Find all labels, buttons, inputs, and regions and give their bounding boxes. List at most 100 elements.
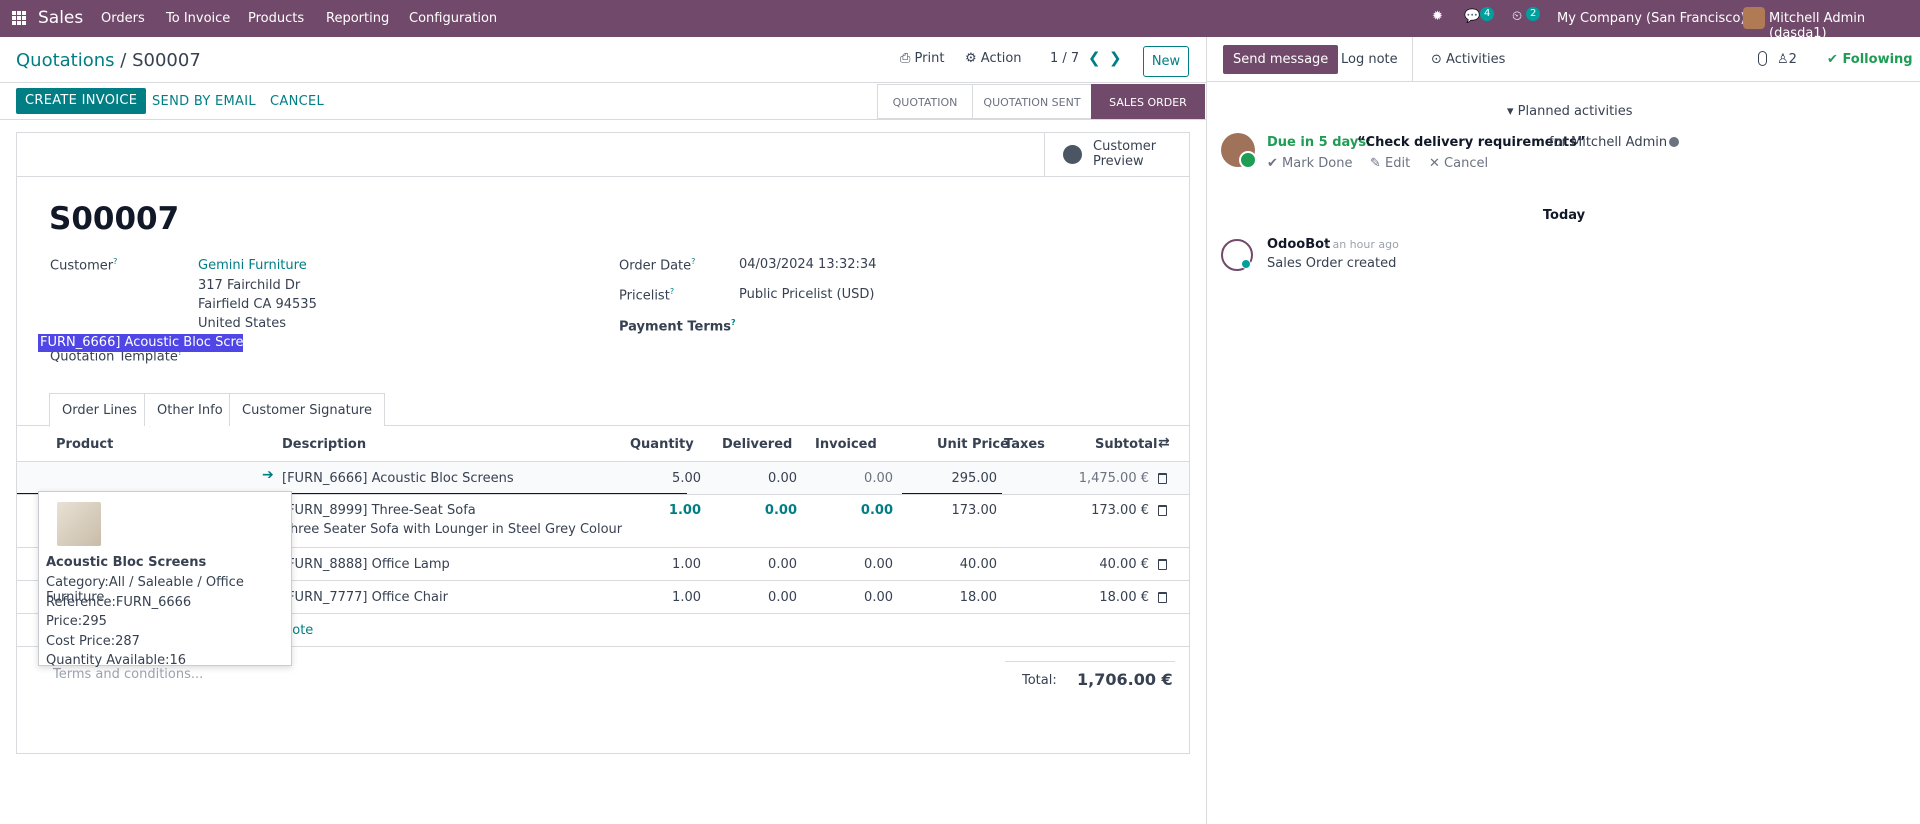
row-description[interactable]: [FURN_8888] Office Lamp bbox=[282, 557, 450, 572]
pager-next-icon[interactable]: ❯ bbox=[1109, 49, 1122, 67]
trash-icon[interactable] bbox=[1158, 559, 1167, 570]
popover-title: Acoustic Bloc Screens bbox=[46, 555, 207, 570]
row-delivered[interactable]: 0.00 bbox=[697, 471, 797, 486]
product-field-selected[interactable]: FURN_6666] Acoustic Bloc Screens bbox=[38, 334, 243, 352]
row-quantity[interactable]: 1.00 bbox=[597, 590, 701, 605]
row-quantity[interactable]: 1.00 bbox=[597, 557, 701, 572]
col-quantity[interactable]: Quantity bbox=[630, 437, 694, 452]
app-name[interactable]: Sales bbox=[38, 8, 83, 28]
pager-previous-icon[interactable]: ❮ bbox=[1088, 49, 1101, 67]
row-invoiced: 0.00 bbox=[860, 503, 893, 518]
col-product[interactable]: Product bbox=[56, 437, 113, 452]
breadcrumb: Quotations / S00007 bbox=[16, 50, 201, 71]
user-avatar[interactable] bbox=[1743, 7, 1765, 29]
menu-orders[interactable]: Orders bbox=[101, 11, 145, 26]
customer-name-link[interactable]: Gemini Furniture bbox=[198, 258, 307, 273]
row-delivered[interactable]: 0.00 bbox=[697, 557, 797, 572]
following-button[interactable]: ✔ Following bbox=[1827, 52, 1913, 67]
button-box: Customer Preview bbox=[17, 133, 1189, 177]
cancel-activity-button[interactable]: ✕ Cancel bbox=[1429, 156, 1488, 171]
send-by-email-button[interactable]: SEND BY EMAIL bbox=[152, 94, 256, 109]
cancel-order-button[interactable]: CANCEL bbox=[270, 94, 324, 109]
popover-reference: Reference:FURN_6666 bbox=[46, 595, 192, 610]
check-icon: ✔ bbox=[1827, 52, 1838, 67]
apps-menu-icon[interactable] bbox=[12, 11, 26, 25]
create-invoice-button[interactable]: CREATE INVOICE bbox=[16, 88, 147, 114]
info-icon[interactable] bbox=[1669, 137, 1679, 147]
planned-activities-toggle[interactable]: ▾ Planned activities bbox=[1507, 104, 1633, 119]
row-unit-price[interactable]: 295.00 bbox=[897, 471, 998, 486]
row-description[interactable]: [FURN_7777] Office Chair bbox=[282, 590, 448, 605]
paperclip-icon[interactable] bbox=[1758, 51, 1767, 66]
trash-icon[interactable] bbox=[1158, 473, 1167, 484]
activity-type-icon bbox=[1239, 151, 1257, 169]
column-settings-icon[interactable]: ⇄ bbox=[1158, 435, 1170, 451]
arrow-right-icon[interactable]: ➔ bbox=[262, 467, 274, 483]
tab-other-info[interactable]: Other Info bbox=[144, 393, 236, 426]
followers-button[interactable]: ♙2 bbox=[1777, 52, 1797, 67]
popover-price: Price:295 bbox=[46, 614, 107, 629]
divider bbox=[0, 119, 1206, 120]
menu-configuration[interactable]: Configuration bbox=[409, 11, 497, 26]
log-note-button[interactable]: Log note bbox=[1327, 37, 1413, 82]
activity-assignee: for Mitchell Admin bbox=[1549, 135, 1668, 150]
print-button[interactable]: ⎙ Print bbox=[900, 51, 944, 66]
stage-sales-order[interactable]: SALES ORDER bbox=[1091, 84, 1205, 119]
action-button[interactable]: ⚙ Action bbox=[965, 51, 1022, 66]
row-description[interactable]: [FURN_8999] Three-Seat Sofa bbox=[282, 503, 476, 518]
mark-done-button[interactable]: ✔ Mark Done bbox=[1267, 156, 1352, 171]
col-unit-price[interactable]: Unit Price bbox=[937, 437, 1009, 452]
row-quantity[interactable]: 5.00 bbox=[597, 471, 701, 486]
row-unit-price[interactable]: 18.00 bbox=[897, 590, 997, 605]
col-subtotal[interactable]: Subtotal bbox=[1095, 437, 1158, 452]
menu-to-invoice[interactable]: To Invoice bbox=[166, 11, 230, 26]
col-description[interactable]: Description bbox=[282, 437, 366, 452]
status-bar: QUOTATION QUOTATION SENT SALES ORDER bbox=[877, 84, 1205, 119]
edit-activity-button[interactable]: ✎ Edit bbox=[1370, 156, 1410, 171]
divider bbox=[0, 82, 1206, 83]
breadcrumb-quotations[interactable]: Quotations bbox=[16, 50, 115, 71]
menu-reporting[interactable]: Reporting bbox=[326, 11, 389, 26]
trash-icon[interactable] bbox=[1158, 505, 1167, 516]
row-delivered[interactable]: 0.00 bbox=[697, 503, 797, 518]
menu-products[interactable]: Products bbox=[248, 11, 304, 26]
row-quantity[interactable]: 1.00 bbox=[597, 503, 701, 518]
messages-icon[interactable]: 💬 bbox=[1464, 9, 1480, 24]
debug-icon[interactable]: ✹ bbox=[1432, 9, 1443, 24]
trash-icon[interactable] bbox=[1158, 592, 1167, 603]
activities-icon[interactable]: ⏲ bbox=[1512, 9, 1522, 24]
total-amount: 1,706.00 € bbox=[1077, 670, 1173, 689]
message-body: Sales Order created bbox=[1267, 256, 1397, 271]
row-delivered[interactable]: 0.00 bbox=[697, 590, 797, 605]
send-message-button[interactable]: Send message bbox=[1223, 45, 1339, 74]
terms-field[interactable]: Terms and conditions... bbox=[53, 667, 203, 682]
activities-button[interactable]: ⊙ Activities bbox=[1431, 37, 1505, 82]
customer-preview-button[interactable]: Customer Preview bbox=[1044, 133, 1189, 177]
col-invoiced[interactable]: Invoiced bbox=[815, 437, 877, 452]
message-time: - an hour ago bbox=[1325, 238, 1399, 251]
row-unit-price[interactable]: 173.00 bbox=[897, 503, 998, 518]
row-subtotal: 40.00 € bbox=[1099, 557, 1149, 572]
col-delivered[interactable]: Delivered bbox=[722, 437, 792, 452]
company-switcher[interactable]: My Company (San Francisco) bbox=[1557, 11, 1745, 26]
row-description[interactable]: [FURN_6666] Acoustic Bloc Screens bbox=[282, 471, 514, 486]
stage-quotation-sent[interactable]: QUOTATION SENT bbox=[972, 84, 1092, 119]
stage-quotation[interactable]: QUOTATION bbox=[877, 84, 973, 119]
order-date-field[interactable]: 04/03/2024 13:32:34 bbox=[739, 257, 876, 272]
pricelist-label: Pricelist? bbox=[619, 287, 675, 304]
tab-customer-signature[interactable]: Customer Signature bbox=[229, 393, 385, 426]
message-author[interactable]: OdooBot bbox=[1267, 237, 1330, 252]
col-taxes[interactable]: Taxes bbox=[1004, 437, 1045, 452]
pager-value[interactable]: 1 / 7 bbox=[1050, 51, 1079, 66]
gear-icon: ⚙ bbox=[965, 51, 977, 66]
order-name: S00007 bbox=[49, 201, 180, 237]
new-button[interactable]: New bbox=[1143, 46, 1189, 77]
chatter-panel: Send message Log note ⊙ Activities ♙2 ✔ … bbox=[1206, 37, 1920, 824]
total-label: Total: bbox=[1022, 673, 1057, 688]
pricelist-field[interactable]: Public Pricelist (USD) bbox=[739, 287, 874, 302]
row-unit-price[interactable]: 40.00 bbox=[897, 557, 997, 572]
row-description-detail[interactable]: Three Seater Sofa with Lounger in Steel … bbox=[282, 522, 622, 537]
close-icon: ✕ bbox=[1429, 156, 1440, 171]
tab-order-lines[interactable]: Order Lines bbox=[49, 393, 150, 427]
check-icon: ✔ bbox=[1267, 156, 1278, 171]
